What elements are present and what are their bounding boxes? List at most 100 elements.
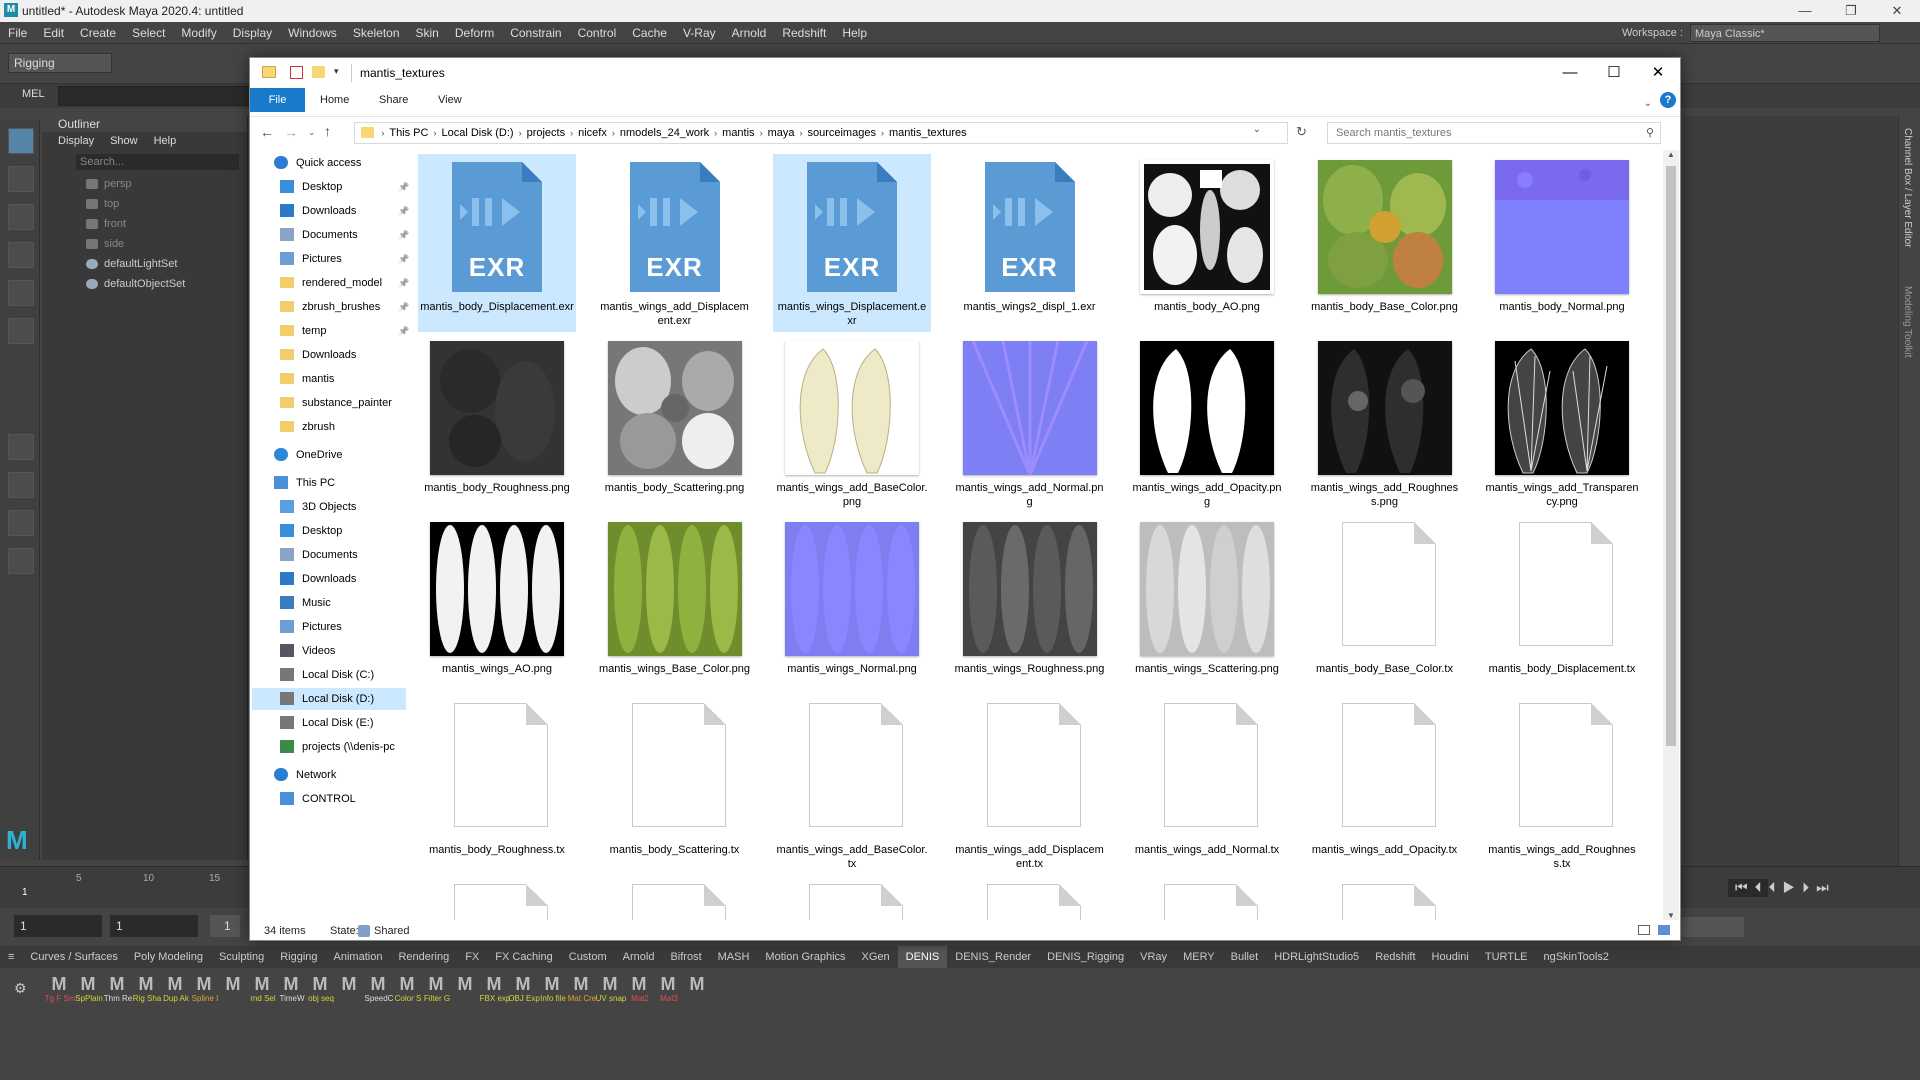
nav-item-temp[interactable]: temp 📌 (280, 320, 409, 342)
file-item[interactable]: mantis_wings_Base_Color.png (596, 516, 754, 694)
shelf-button[interactable]: M Mat Cre (566, 972, 596, 1008)
shelf-tab-curves-surfaces[interactable]: Curves / Surfaces (22, 946, 125, 968)
up-icon[interactable]: ↑ (324, 123, 331, 139)
file-item[interactable]: mantis_wings_Roughness.png (951, 516, 1109, 694)
shelf-button[interactable]: M Color S (392, 972, 422, 1008)
shelf-settings-icon[interactable]: ⚙ (14, 980, 27, 997)
menu-help[interactable]: Help (834, 22, 875, 44)
nav-item-desktop[interactable]: Desktop (280, 520, 400, 542)
tab-modeling-toolkit[interactable]: Modeling Toolkit (1902, 286, 1913, 358)
refresh-icon[interactable]: ↻ (1296, 124, 1307, 140)
scroll-down-icon[interactable]: ▼ (1667, 911, 1675, 920)
shelf-button[interactable]: M (334, 972, 364, 1008)
nav-item-downloads[interactable]: Downloads (280, 344, 400, 366)
pin-icon[interactable]: 📌 (398, 200, 409, 222)
nav-item-local-disk-d-[interactable]: Local Disk (D:) (280, 688, 400, 710)
menu-file[interactable]: File (0, 22, 35, 44)
breadcrumb-item[interactable]: maya (763, 123, 800, 143)
shelf-button[interactable]: Mobj seq (305, 972, 335, 1008)
minimize-icon[interactable]: — (1548, 58, 1592, 88)
file-item[interactable]: mantis_wings_add_Roughness.png (1306, 335, 1464, 513)
nav-item-local-disk-c-[interactable]: Local Disk (C:) (280, 664, 400, 686)
shelf-tab-rendering[interactable]: Rendering (390, 946, 457, 968)
file-item[interactable]: mantis_body_Base_Color.tx (1306, 516, 1464, 694)
shelf-tab-bifrost[interactable]: Bifrost (662, 946, 709, 968)
menu-deform[interactable]: Deform (447, 22, 502, 44)
pin-icon[interactable]: 📌 (398, 272, 409, 294)
scroll-up-icon[interactable]: ▲ (1667, 150, 1675, 159)
properties-icon[interactable] (290, 66, 303, 79)
close-icon[interactable]: ✕ (1874, 0, 1920, 22)
file-item[interactable]: mantis_wings_Scattering.png (1128, 516, 1286, 694)
shelf-tab-fx-caching[interactable]: FX Caching (487, 946, 560, 968)
breadcrumb-item[interactable]: Local Disk (D:) (436, 123, 518, 143)
shelf-tab-hdrlightstudio5[interactable]: HDRLightStudio5 (1266, 946, 1367, 968)
shelf-button[interactable]: M (682, 972, 712, 1008)
forward-icon[interactable]: → (284, 124, 298, 140)
nav-item-rendered-model[interactable]: rendered_model 📌 (280, 272, 409, 294)
maximize-icon[interactable]: ☐ (1592, 58, 1636, 88)
shelf-tab-poly-modeling[interactable]: Poly Modeling (126, 946, 211, 968)
mel-label[interactable]: MEL (22, 88, 45, 100)
shelf-tab-mash[interactable]: MASH (710, 946, 758, 968)
file-item[interactable] (1128, 878, 1286, 920)
file-item[interactable]: EXR mantis_body_Displacement.exr (418, 154, 576, 332)
menu-windows[interactable]: Windows (280, 22, 345, 44)
shelf-tab-denis-render[interactable]: DENIS_Render (947, 946, 1039, 968)
lasso-tool-icon[interactable] (8, 166, 34, 192)
shelf-button[interactable]: M OBJ Exp (508, 972, 540, 1008)
nav-item-projects-denis-pc[interactable]: projects (\\denis-pc (280, 736, 400, 758)
mel-command-field[interactable] (58, 86, 258, 106)
recent-dropdown-icon[interactable]: ⌄ (308, 127, 316, 138)
file-item[interactable]: mantis_body_Scattering.tx (596, 697, 754, 875)
shelf-tab-fx[interactable]: FX (457, 946, 487, 968)
menu-control[interactable]: Control (570, 22, 625, 44)
shelf-button[interactable]: M SpeedC (363, 972, 394, 1008)
qat-dropdown-icon[interactable]: ▾ (334, 66, 339, 77)
outliner-item[interactable]: front (42, 214, 247, 234)
shelf-button[interactable]: M Tg F Sm (44, 972, 76, 1008)
file-item[interactable] (596, 878, 754, 920)
shelf-button[interactable]: M SpPlain (73, 972, 103, 1008)
new-folder-icon[interactable] (312, 66, 325, 78)
outliner-item[interactable]: side (42, 234, 247, 254)
menuset-dropdown[interactable]: Rigging (8, 53, 112, 73)
menu-display[interactable]: Display (225, 22, 280, 44)
shelf-tab-xgen[interactable]: XGen (854, 946, 898, 968)
nav-item-onedrive[interactable]: OneDrive (274, 444, 400, 466)
shelf-tab-rigging[interactable]: Rigging (272, 946, 325, 968)
menu-cache[interactable]: Cache (624, 22, 675, 44)
menu-skeleton[interactable]: Skeleton (345, 22, 408, 44)
tab-home[interactable]: Home (320, 88, 349, 112)
file-item[interactable] (418, 878, 576, 920)
menu-arnold[interactable]: Arnold (724, 22, 775, 44)
file-item[interactable] (1306, 878, 1464, 920)
scale-tool-icon[interactable] (8, 318, 34, 344)
file-item[interactable]: mantis_body_Base_Color.png (1306, 154, 1464, 332)
start-frame-field[interactable]: 1 (14, 915, 102, 937)
file-item[interactable]: mantis_wings_add_Normal.png (951, 335, 1109, 513)
nav-item-downloads[interactable]: Downloads (280, 568, 400, 590)
shelf-tab-bullet[interactable]: Bullet (1223, 946, 1267, 968)
paint-select-icon[interactable] (8, 204, 34, 230)
shelf-tab-custom[interactable]: Custom (561, 946, 615, 968)
pin-icon[interactable]: 📌 (398, 176, 409, 198)
shelf-button[interactable]: M Spline I (189, 972, 219, 1008)
nav-item-desktop[interactable]: Desktop 📌 (280, 176, 409, 198)
nav-item-music[interactable]: Music (280, 592, 400, 614)
help-icon[interactable]: ? (1660, 92, 1676, 108)
menu-v-ray[interactable]: V-Ray (675, 22, 724, 44)
shelf-button[interactable]: M Filter G (421, 972, 451, 1008)
outliner-item[interactable]: top (42, 194, 247, 214)
breadcrumb-item[interactable]: This PC (384, 123, 433, 143)
shelf-tab-denis[interactable]: DENIS (897, 946, 948, 968)
shelf-button[interactable]: M (450, 972, 480, 1008)
shelf-tab-houdini[interactable]: Houdini (1424, 946, 1477, 968)
file-item[interactable] (951, 878, 1109, 920)
nav-item-this-pc[interactable]: This PC (274, 472, 400, 494)
shelf-button[interactable]: M Rig Sha (131, 972, 161, 1008)
tab-file[interactable]: File (250, 88, 305, 112)
nav-item-pictures[interactable]: Pictures 📌 (280, 248, 409, 270)
menu-redshift[interactable]: Redshift (774, 22, 834, 44)
back-icon[interactable]: ← (260, 124, 274, 140)
